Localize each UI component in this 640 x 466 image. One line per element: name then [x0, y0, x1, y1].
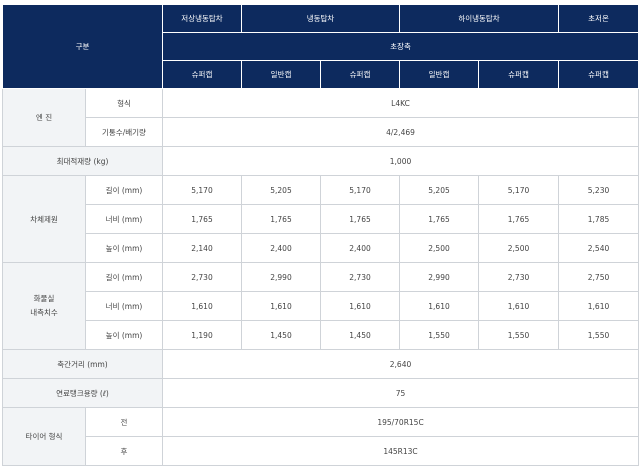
body-width-label: 너비 (mm)	[85, 204, 163, 234]
fuel-tank-value: 75	[161, 378, 640, 408]
value-cell: 1,450	[241, 320, 321, 350]
tire-rear-value: 145R13C	[161, 436, 640, 466]
header-ultra-low: 초저온	[558, 4, 640, 33]
table-row: 높이 (mm) 2,140 2,400 2,400 2,500 2,500 2,…	[3, 233, 640, 263]
table-row: 차체제원 길이 (mm) 5,170 5,205 5,170 5,205 5,1…	[2, 175, 640, 263]
value-cell: 2,500	[478, 233, 560, 263]
value-cell: 2,730	[478, 262, 560, 292]
value-cell: 1,610	[241, 291, 321, 321]
value-cell: 2,500	[399, 233, 480, 263]
value-cell: 1,550	[558, 320, 640, 350]
value-cell: 1,550	[478, 320, 560, 350]
value-cell: 1,765	[319, 204, 401, 234]
tire-rear-label: 후	[85, 436, 163, 466]
cargo-group-line2: 내측치수	[30, 308, 58, 317]
body-length-label: 길이 (mm)	[85, 175, 163, 205]
header-trim: 슈퍼캡	[162, 60, 242, 89]
body-group-label: 차체제원	[2, 175, 86, 263]
table-row: 최대적재량 (kg) 1,000	[2, 146, 640, 176]
table-row: 타이어 형식 전 195/70R15C	[2, 407, 640, 466]
header-freezer: 냉동탑차	[240, 4, 401, 33]
value-cell: 2,140	[162, 233, 242, 263]
table-row: 너비 (mm) 1,765 1,765 1,765 1,765 1,765 1,…	[3, 204, 640, 234]
wheelbase-label: 축간거리 (mm)	[2, 349, 163, 379]
engine-type-label: 형식	[85, 88, 163, 118]
engine-cyl-label: 기통수/배기량	[85, 117, 163, 147]
wheelbase-value: 2,640	[161, 349, 640, 379]
value-cell: 1,610	[162, 291, 242, 321]
value-cell: 1,610	[319, 291, 401, 321]
header-trim: 슈퍼캡	[558, 60, 640, 89]
table-row: 연료탱크용량 (ℓ) 75	[2, 378, 640, 408]
engine-type-value: L4KC	[161, 88, 640, 118]
value-cell: 1,610	[478, 291, 560, 321]
value-cell: 1,550	[399, 320, 480, 350]
value-cell: 1,765	[162, 204, 242, 234]
fuel-tank-label: 연료탱크용량 (ℓ)	[2, 378, 163, 408]
tire-group-label: 타이어 형식	[2, 407, 86, 466]
tire-front-label: 전	[85, 407, 163, 437]
table-row: 후 145R13C	[3, 436, 640, 466]
max-load-label: 최대적재량 (kg)	[2, 146, 163, 176]
table-row: 너비 (mm) 1,610 1,610 1,610 1,610 1,610 1,…	[3, 291, 640, 321]
value-cell: 5,170	[162, 175, 242, 205]
cargo-length-label: 길이 (mm)	[85, 262, 163, 292]
header-high-freezer: 하이냉동탑차	[399, 4, 560, 33]
cargo-group-line1: 화물실	[33, 294, 55, 303]
header-trim: 일반캡	[241, 60, 321, 89]
value-cell: 2,540	[558, 233, 640, 263]
value-cell: 1,610	[399, 291, 480, 321]
value-cell: 5,205	[399, 175, 480, 205]
tire-front-value: 195/70R15C	[161, 407, 640, 437]
cargo-group-label: 화물실 내측치수	[2, 262, 86, 350]
header-trim: 슈퍼캡	[319, 60, 401, 89]
value-cell: 5,230	[558, 175, 640, 205]
value-cell: 1,610	[558, 291, 640, 321]
value-cell: 5,205	[241, 175, 321, 205]
table-row: 기통수/배기량 4/2,469	[3, 117, 640, 147]
value-cell: 5,170	[478, 175, 560, 205]
cargo-height-label: 높이 (mm)	[85, 320, 163, 350]
value-cell: 2,990	[241, 262, 321, 292]
value-cell: 1,785	[558, 204, 640, 234]
table-row: 축간거리 (mm) 2,640	[2, 349, 640, 379]
max-load-value: 1,000	[161, 146, 640, 176]
value-cell: 1,765	[478, 204, 560, 234]
value-cell: 1,190	[162, 320, 242, 350]
header-trim: 슈퍼캡	[478, 60, 560, 89]
value-cell: 2,730	[319, 262, 401, 292]
cargo-width-label: 너비 (mm)	[85, 291, 163, 321]
engine-group-label: 엔 진	[2, 88, 86, 147]
value-cell: 5,170	[319, 175, 401, 205]
value-cell: 1,765	[241, 204, 321, 234]
table-row: 엔 진 형식 L4KC	[2, 88, 640, 147]
value-cell: 2,730	[162, 262, 242, 292]
value-cell: 2,400	[319, 233, 401, 263]
header-category: 구분	[2, 4, 163, 89]
header-trim: 일반캡	[399, 60, 480, 89]
body-height-label: 높이 (mm)	[85, 233, 163, 263]
value-cell: 2,750	[558, 262, 640, 292]
table-row: 화물실 내측치수 길이 (mm) 2,730 2,990 2,730 2,990…	[2, 262, 640, 350]
value-cell: 2,400	[241, 233, 321, 263]
spec-table: 구분 저상냉동탑차 냉동탑차 하이냉동탑차 초저온 초장축 슈퍼캡 일반캡 슈퍼…	[2, 4, 640, 466]
value-cell: 1,765	[399, 204, 480, 234]
header-low-freezer: 저상냉동탑차	[162, 4, 242, 33]
table-row: 높이 (mm) 1,190 1,450 1,450 1,550 1,550 1,…	[3, 320, 640, 350]
header-extra-long: 초장축	[161, 32, 640, 61]
value-cell: 1,450	[319, 320, 401, 350]
value-cell: 2,990	[399, 262, 480, 292]
engine-cyl-value: 4/2,469	[161, 117, 640, 147]
